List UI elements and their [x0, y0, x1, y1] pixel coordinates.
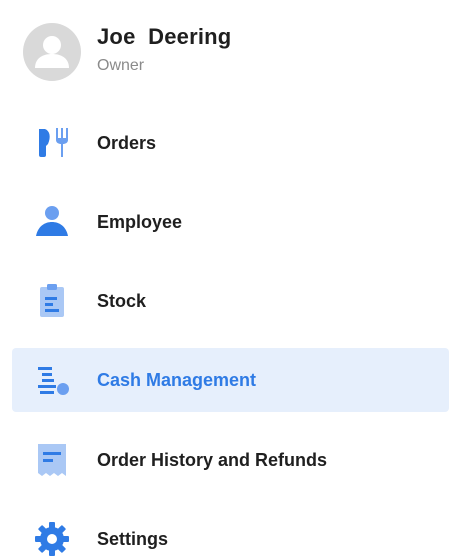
menu-item-label: Orders: [97, 132, 157, 153]
menu-item-settings[interactable]: Settings: [12, 507, 449, 560]
menu-item-label: Employee: [97, 211, 183, 232]
menu-item-label: Order History and Refunds: [97, 449, 328, 470]
clipboard-icon: [32, 281, 72, 321]
menu-item-label: Settings: [97, 528, 169, 549]
menu-item-orders[interactable]: Orders: [12, 111, 449, 175]
navigation-drawer: Joe Deering Owner Orders Employee Stock …: [0, 0, 450, 560]
profile-text: Joe Deering Owner: [97, 23, 231, 77]
user-name: Joe Deering: [97, 24, 232, 49]
menu-item-order-history[interactable]: Order History and Refunds: [12, 428, 449, 492]
receipt-icon: [32, 440, 72, 480]
user-profile-header[interactable]: Joe Deering Owner: [23, 23, 231, 81]
cash-list-icon: [32, 360, 72, 400]
menu-item-cash-management[interactable]: Cash Management: [12, 348, 449, 412]
menu-item-stock[interactable]: Stock: [12, 269, 449, 333]
user-role: Owner: [97, 57, 145, 74]
person-placeholder-icon: [35, 36, 69, 68]
menu-item-label: Stock: [97, 290, 147, 311]
fork-knife-icon: [32, 123, 72, 163]
person-icon: [32, 202, 72, 242]
avatar[interactable]: [23, 23, 81, 81]
gear-icon: [32, 519, 72, 559]
menu-item-label: Cash Management: [97, 369, 257, 390]
menu-item-employee[interactable]: Employee: [12, 190, 449, 254]
